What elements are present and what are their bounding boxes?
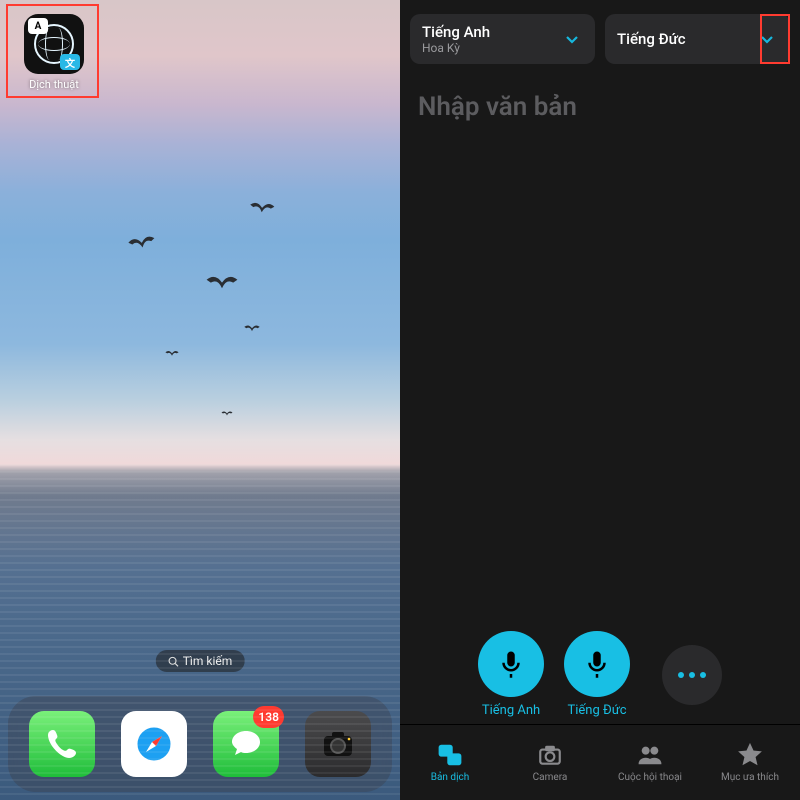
target-language-name: Tiếng Đức	[617, 30, 686, 48]
tab-label: Bản dịch	[431, 772, 470, 783]
input-placeholder: Nhập văn bản	[418, 92, 782, 122]
source-language-name: Tiếng Anh	[422, 23, 490, 41]
bird-decor	[126, 231, 158, 257]
dock-phone[interactable]	[29, 711, 95, 777]
microphone-icon	[496, 649, 526, 679]
bird-decor	[205, 271, 239, 296]
spotlight-search[interactable]: Tìm kiếm	[156, 650, 245, 672]
tab-favorites[interactable]: Mục ưa thích	[700, 725, 800, 800]
bird-decor	[248, 198, 276, 220]
app-translate[interactable]: A 文 Dịch thuật	[18, 14, 90, 91]
messages-badge: 138	[253, 706, 284, 728]
search-label: Tìm kiếm	[183, 654, 233, 668]
app-label: Dịch thuật	[18, 78, 90, 91]
bird-decor	[244, 323, 261, 336]
camera-tab-icon	[537, 742, 563, 768]
source-language-selector[interactable]: Tiếng Anh Hoa Kỳ	[410, 14, 595, 64]
camera-icon	[318, 724, 358, 764]
microphone-icon	[582, 649, 612, 679]
tab-bar: A文 Bản dịch Camera Cuộc hội thoại Mục ưa…	[400, 724, 800, 800]
more-button[interactable]	[662, 645, 722, 705]
source-language-sub: Hoa Kỳ	[422, 41, 490, 55]
mic-source[interactable]	[478, 631, 544, 697]
translate-app-icon: A 文	[24, 14, 84, 74]
messages-icon	[226, 724, 266, 764]
translate-tab-icon: A文	[437, 742, 463, 768]
dock-safari[interactable]	[121, 711, 187, 777]
mic-row: Tiếng Anh Tiếng Đức	[400, 631, 800, 724]
phone-icon	[42, 724, 82, 764]
svg-text:A: A	[444, 747, 449, 756]
highlight-target-chevron	[760, 14, 790, 64]
tab-label: Mục ưa thích	[721, 772, 779, 783]
tab-label: Cuộc hội thoại	[618, 772, 682, 783]
conversation-tab-icon	[637, 742, 663, 768]
mic-source-label: Tiếng Anh	[482, 703, 540, 718]
language-row: Tiếng Anh Hoa Kỳ Tiếng Đức	[400, 0, 800, 64]
dock: 138	[8, 696, 392, 792]
svg-text:文: 文	[452, 755, 460, 765]
text-input-area[interactable]: Nhập văn bản	[400, 64, 800, 631]
mic-target[interactable]	[564, 631, 630, 697]
tab-conversation[interactable]: Cuộc hội thoại	[600, 725, 700, 800]
bird-decor	[221, 410, 233, 419]
search-icon	[168, 656, 179, 667]
mic-target-label: Tiếng Đức	[567, 703, 626, 718]
dock-camera[interactable]	[305, 711, 371, 777]
chevron-down-icon	[561, 28, 583, 50]
bird-decor	[165, 349, 179, 360]
tab-translate[interactable]: A文 Bản dịch	[400, 725, 500, 800]
star-tab-icon	[737, 742, 763, 768]
tab-label: Camera	[533, 772, 568, 783]
home-screen: A 文 Dịch thuật Tìm kiếm 138	[0, 0, 400, 800]
tab-camera[interactable]: Camera	[500, 725, 600, 800]
dock-messages[interactable]: 138	[213, 711, 279, 777]
safari-icon	[134, 724, 174, 764]
translate-app-screen: Tiếng Anh Hoa Kỳ Tiếng Đức Nhập văn bản …	[400, 0, 800, 800]
